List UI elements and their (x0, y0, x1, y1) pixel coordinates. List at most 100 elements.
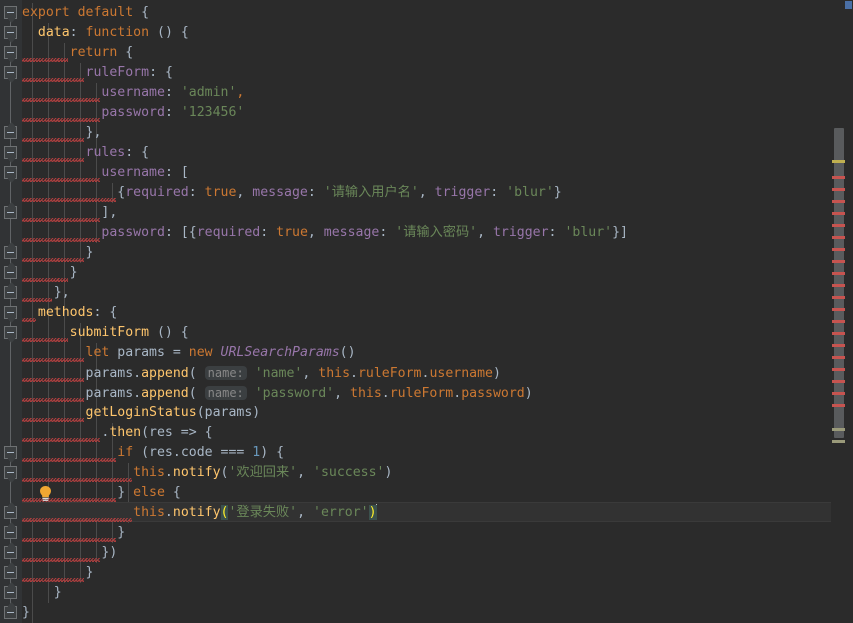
code-token: . (133, 366, 142, 381)
code-token: }] (612, 225, 628, 240)
scrollbar-error-marker[interactable] (832, 224, 845, 227)
code-token: , (477, 225, 493, 240)
error-squiggle-underline (22, 118, 100, 122)
collapse-minus-icon (7, 472, 14, 473)
scrollbar-error-marker[interactable] (832, 308, 845, 311)
fold-marker-end[interactable] (4, 266, 17, 279)
code-token: notify (172, 505, 221, 520)
code-token: , (297, 505, 313, 520)
code-token: . (381, 386, 390, 401)
fold-marker-end[interactable] (4, 126, 17, 139)
scrollbar-error-marker[interactable] (832, 392, 845, 395)
code-line[interactable]: password: [{required: true, message: '请输… (22, 223, 628, 243)
code-token: : (490, 185, 507, 200)
fold-marker-start[interactable] (4, 6, 17, 19)
code-token: name: (204, 386, 247, 400)
code-token: message (252, 185, 308, 200)
code-line[interactable]: } (22, 583, 62, 603)
code-token: () (339, 345, 356, 360)
scrollbar-error-marker[interactable] (832, 260, 845, 263)
error-squiggle-underline (22, 318, 36, 322)
code-token: : { (125, 145, 150, 160)
scrollbar-error-marker[interactable] (832, 332, 845, 335)
scrollbar-error-marker[interactable] (832, 236, 845, 239)
scrollbar-warn-marker[interactable] (832, 160, 845, 163)
fold-marker-start[interactable] (4, 46, 17, 59)
collapse-minus-icon (7, 572, 14, 573)
fold-marker-end[interactable] (4, 206, 17, 219)
scrollbar-error-marker[interactable] (832, 248, 845, 251)
code-token: append (141, 366, 189, 381)
code-line[interactable]: } (22, 603, 30, 623)
scrollbar-error-marker[interactable] (832, 380, 845, 383)
scrollbar-info-marker[interactable] (832, 428, 845, 431)
scrollbar-error-marker[interactable] (832, 404, 845, 407)
code-line[interactable]: methods: { (22, 303, 117, 323)
scrollbar-error-marker[interactable] (832, 368, 845, 371)
fold-marker-end[interactable] (4, 526, 17, 539)
code-token: this (350, 386, 382, 401)
code-token: ) (384, 465, 393, 480)
scrollbar-error-marker[interactable] (832, 176, 845, 179)
scrollbar-error-marker[interactable] (832, 188, 845, 191)
fold-marker-start[interactable] (4, 66, 17, 79)
code-line[interactable]: data: function () { (22, 23, 189, 43)
code-token: : { (93, 305, 118, 320)
fold-marker-end[interactable] (4, 566, 17, 579)
editor-gutter[interactable] (0, 0, 22, 623)
fold-marker-end[interactable] (4, 546, 17, 559)
lightbulb-icon[interactable] (38, 485, 53, 502)
code-token: 'name' (254, 366, 303, 381)
code-token: : [{ (164, 225, 197, 240)
fold-marker-rail[interactable] (0, 0, 22, 623)
collapse-minus-icon (7, 52, 14, 53)
code-token: (res => { (141, 425, 213, 440)
scrollbar-track[interactable] (831, 0, 845, 623)
fold-marker-end[interactable] (4, 246, 17, 259)
scrollbar-error-marker[interactable] (832, 320, 845, 323)
scrollbar-error-marker[interactable] (832, 212, 845, 215)
code-line[interactable]: params.append( name: 'name', this.ruleFo… (22, 363, 501, 383)
fold-marker-start[interactable] (4, 146, 17, 159)
code-token: submitForm (69, 325, 150, 340)
code-line[interactable]: export default { (22, 3, 149, 23)
code-token: '请输入密码' (395, 225, 478, 240)
collapse-minus-icon (7, 212, 14, 213)
code-line[interactable]: params.append( name: 'password', this.ru… (22, 383, 533, 403)
scrollbar-error-marker[interactable] (832, 344, 845, 347)
fold-marker-start[interactable] (4, 166, 17, 179)
scrollbar-info-marker[interactable] (832, 440, 845, 443)
fold-marker-start[interactable] (4, 326, 17, 339)
fold-marker-start[interactable] (4, 446, 17, 459)
error-squiggle-underline (22, 78, 84, 82)
code-token: : (260, 225, 277, 240)
fold-marker-end[interactable] (4, 586, 17, 599)
fold-marker-end[interactable] (4, 506, 17, 519)
analysis-status-dot-icon[interactable] (845, 1, 852, 9)
scrollbar-error-marker[interactable] (832, 356, 845, 359)
editor-text-area[interactable]: export default { data: function () { ret… (22, 0, 831, 623)
code-token: '欢迎回来' (228, 465, 298, 480)
collapse-minus-icon (7, 532, 14, 533)
fold-marker-end[interactable] (4, 286, 17, 299)
fold-marker-start[interactable] (4, 26, 17, 39)
fold-marker-start[interactable] (4, 466, 17, 479)
error-squiggle-underline (22, 158, 84, 162)
collapse-minus-icon (7, 612, 14, 613)
scrollbar-error-marker[interactable] (832, 296, 845, 299)
code-token: : (188, 185, 205, 200)
code-token: getLoginStatus (85, 405, 197, 420)
code-token: then (109, 425, 142, 440)
fold-marker-end[interactable] (4, 606, 17, 619)
code-token: trigger (434, 185, 491, 200)
scrollbar-error-marker[interactable] (832, 200, 845, 203)
scrollbar-error-marker[interactable] (832, 272, 845, 275)
fold-marker-start[interactable] (4, 306, 17, 319)
editor-scrollbar[interactable] (831, 0, 853, 623)
code-token: (params) (196, 405, 261, 420)
code-token: ruleForm (85, 65, 150, 80)
scrollbar-error-marker[interactable] (832, 284, 845, 287)
